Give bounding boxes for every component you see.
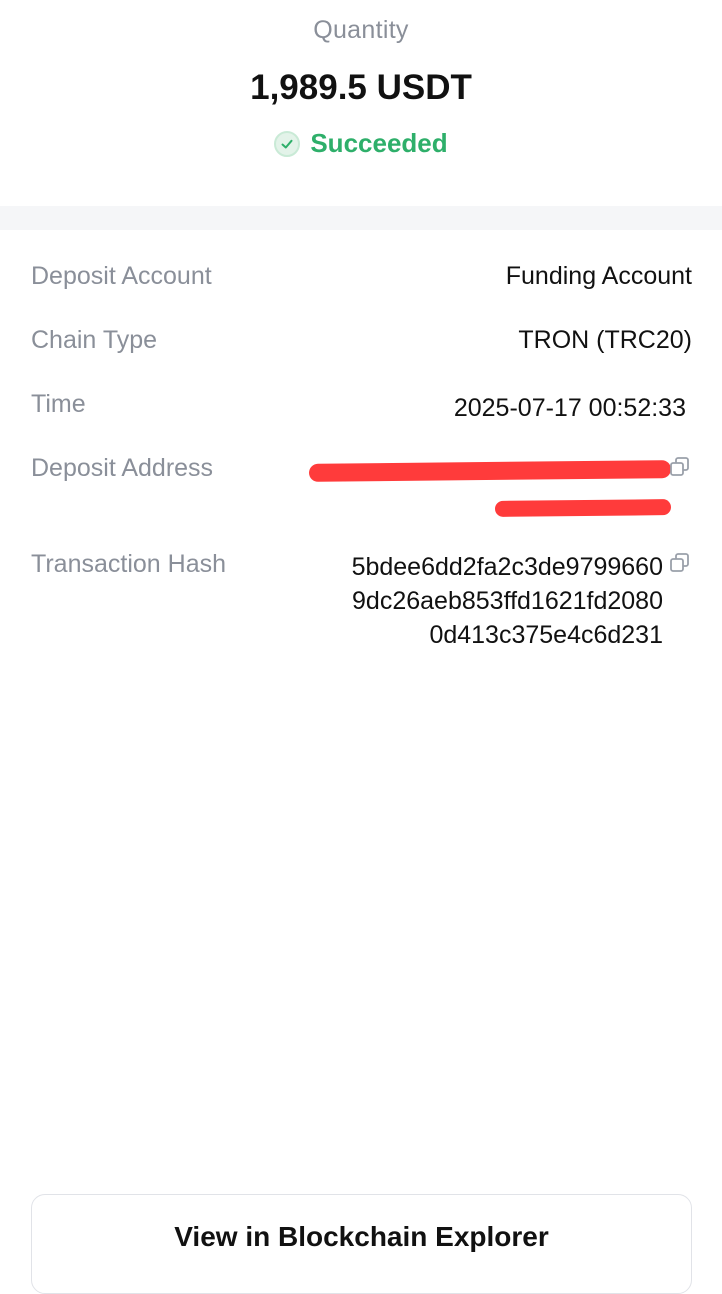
redaction-mark [494,499,672,517]
time-value: 2025-07-17 00:52:33 [453,394,686,422]
status-badge: Succeeded [0,128,722,159]
deposit-account-row: Deposit Account Funding Account [31,262,692,296]
transaction-hash-value[interactable]: 5bdee6dd2fa2c3de9799660 9dc26aeb853ffd16… [352,550,663,652]
copy-icon[interactable] [669,552,691,574]
redaction-mark [308,460,672,482]
chain-type-value: TRON (TRC20) [518,326,692,354]
hash-line: 0d413c375e4c6d231 [429,621,663,649]
deposit-account-value: Funding Account [505,262,692,290]
chain-type-row: Chain Type TRON (TRC20) [31,326,692,360]
transaction-summary-header: Quantity 1,989.5 USDT Succeeded [0,0,722,206]
status-text: Succeeded [310,128,448,158]
quantity-label: Quantity [313,16,409,44]
hash-line: 9dc26aeb853ffd1621fd2080 [352,587,663,615]
time-label: Time [31,390,86,418]
view-in-blockchain-explorer-button[interactable]: View in Blockchain Explorer [31,1194,692,1294]
transaction-hash-label: Transaction Hash [31,550,226,578]
transaction-hash-row: Transaction Hash 5bdee6dd2fa2c3de9799660… [31,550,692,660]
hash-line: 5bdee6dd2fa2c3de9799660 [351,553,663,581]
deposit-address-row: Deposit Address [31,454,692,524]
quantity-value: 1,989.5 USDT [250,68,472,107]
deposit-address-value [301,454,672,520]
time-row: Time 2025-07-17 00:52:33 [31,390,692,424]
section-divider [0,206,722,230]
copy-icon[interactable] [669,456,691,478]
deposit-address-label: Deposit Address [31,454,214,482]
chain-type-label: Chain Type [31,326,158,354]
check-circle-icon [274,130,301,157]
deposit-account-label: Deposit Account [31,262,212,290]
